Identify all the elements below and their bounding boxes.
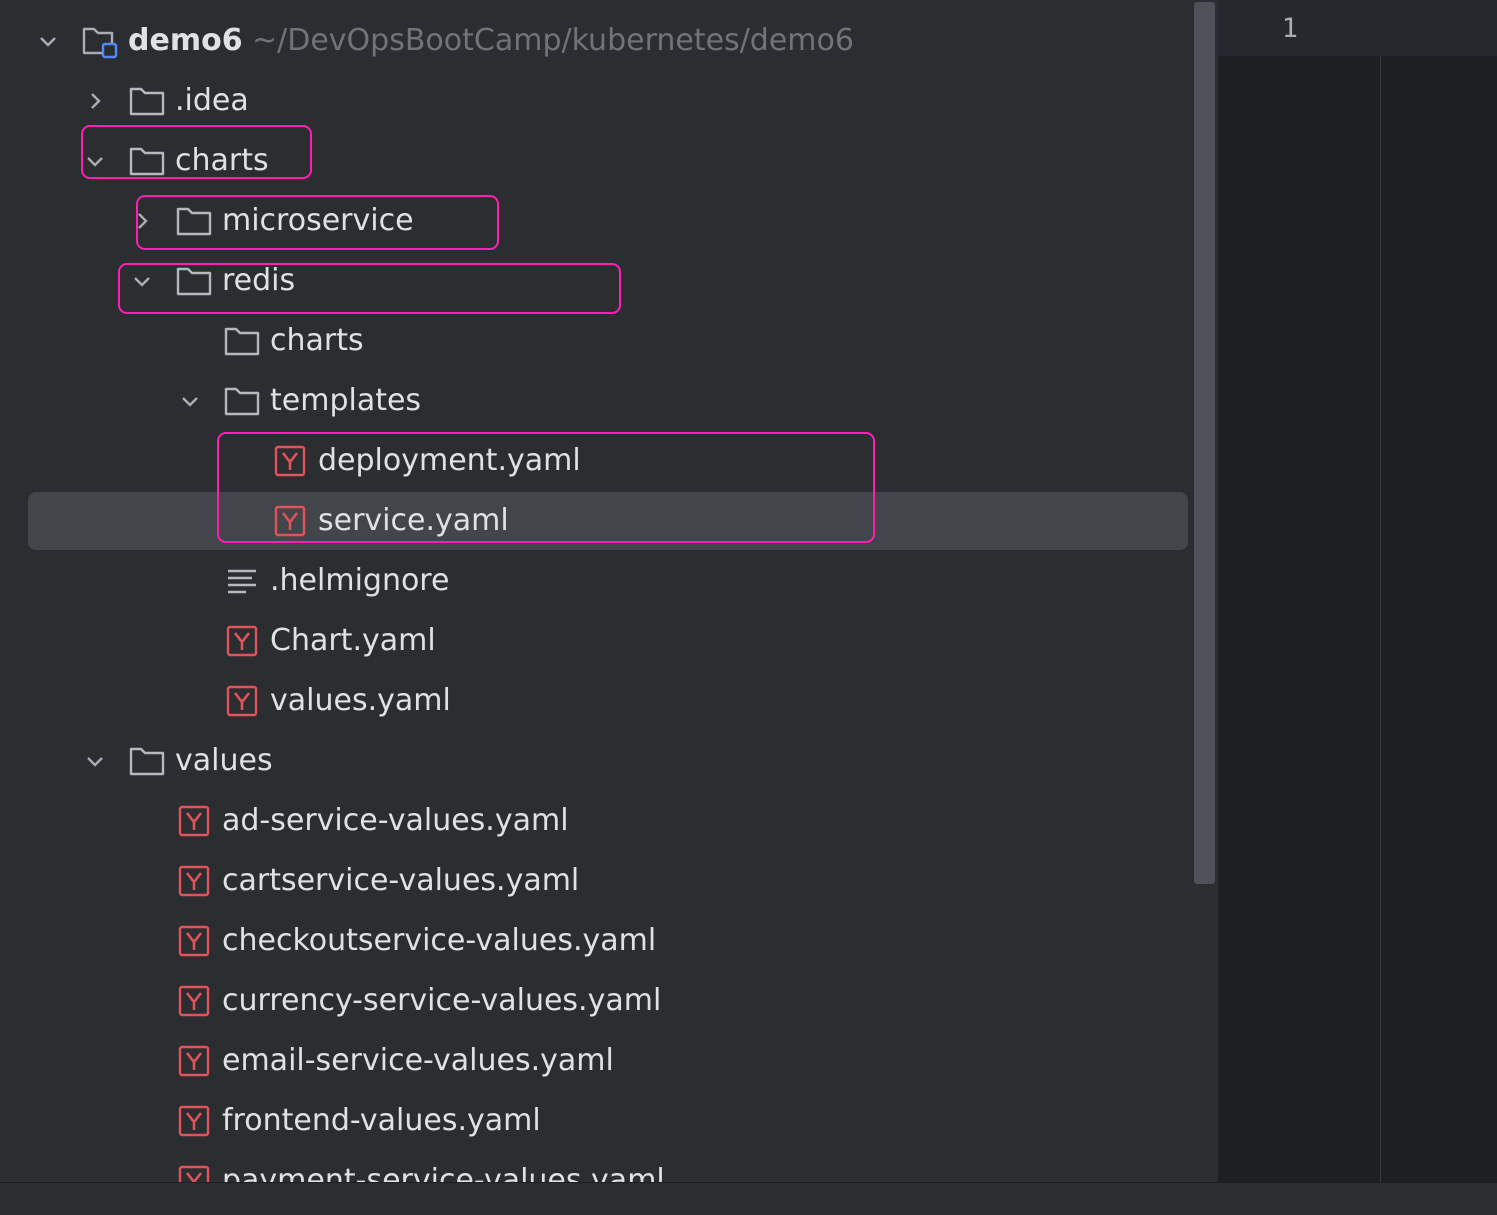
tree-item-idea[interactable]: .idea [0, 71, 1190, 131]
tree-item-label: charts [175, 143, 269, 178]
tree-item-label: email-service-values.yaml [222, 1043, 614, 1078]
yaml-file-icon [176, 803, 212, 839]
project-folder-icon [82, 23, 118, 59]
tree-item-label: Chart.yaml [270, 623, 436, 658]
chevron-down-icon[interactable] [85, 751, 105, 771]
line-number: 1 [1281, 13, 1298, 44]
folder-icon [224, 323, 260, 359]
tree-item-label: payment-service-values.yaml [222, 1163, 665, 1182]
tree-item-label: charts [270, 323, 364, 358]
tree-item-microservice[interactable]: microservice [0, 191, 1190, 251]
tree-item-redis-charts[interactable]: charts [0, 311, 1190, 371]
tree-item-label: cartservice-values.yaml [222, 863, 580, 898]
tree-item-label: redis [222, 263, 296, 298]
tree-item-label: ad-service-values.yaml [222, 803, 569, 838]
yaml-file-icon [224, 683, 260, 719]
tree-item-label: templates [270, 383, 422, 418]
project-name: demo6 [128, 23, 243, 58]
tree-item-label: microservice [222, 203, 414, 238]
tree-root-demo6[interactable]: demo6 ~/DevOpsBootCamp/kubernetes/demo6 [0, 11, 1190, 71]
tree-item-label: .idea [175, 83, 249, 118]
yaml-file-icon [176, 863, 212, 899]
editor-pane[interactable]: 1 [1218, 0, 1497, 1182]
tree-item-templates[interactable]: templates [0, 371, 1190, 431]
tree-item-label: checkoutservice-values.yaml [222, 923, 657, 958]
chevron-down-icon[interactable] [38, 31, 58, 51]
yaml-file-icon [176, 923, 212, 959]
tree-item-values[interactable]: values [0, 731, 1190, 791]
chevron-down-icon[interactable] [180, 391, 200, 411]
tree-item-values-yaml[interactable]: values.yaml [0, 671, 1190, 731]
editor-gutter [1218, 0, 1381, 1182]
yaml-file-icon [176, 1163, 212, 1182]
project-path: ~/DevOpsBootCamp/kubernetes/demo6 [252, 23, 854, 58]
tree-item-chart-yaml[interactable]: Chart.yaml [0, 611, 1190, 671]
chevron-down-icon[interactable] [132, 271, 152, 291]
yaml-file-icon [176, 1103, 212, 1139]
yaml-file-icon [272, 443, 308, 479]
yaml-file-icon [176, 1043, 212, 1079]
tree-item-frontend-values[interactable]: frontend-values.yaml [0, 1091, 1190, 1151]
tree-item-label: service.yaml [318, 503, 509, 538]
chevron-right-icon[interactable] [132, 211, 152, 231]
chevron-down-icon[interactable] [85, 151, 105, 171]
folder-icon [176, 203, 212, 239]
tree-item-currency-service-values[interactable]: currency-service-values.yaml [0, 971, 1190, 1031]
tree-item-payment-service-values[interactable]: payment-service-values.yaml [0, 1151, 1190, 1182]
folder-icon [224, 383, 260, 419]
tree-item-label: .helmignore [270, 563, 450, 598]
yaml-file-icon [224, 623, 260, 659]
scrollbar-thumb[interactable] [1194, 2, 1215, 884]
text-file-icon [224, 563, 260, 599]
folder-icon [176, 263, 212, 299]
folder-icon [129, 743, 165, 779]
tree-item-redis[interactable]: redis [0, 251, 1190, 311]
chevron-right-icon[interactable] [85, 91, 105, 111]
tree-item-label: deployment.yaml [318, 443, 581, 478]
tree-item-charts[interactable]: charts [0, 131, 1190, 191]
folder-icon [129, 143, 165, 179]
tree-item-label: values.yaml [270, 683, 451, 718]
tree-item-checkoutservice-values[interactable]: checkoutservice-values.yaml [0, 911, 1190, 971]
yaml-file-icon [176, 983, 212, 1019]
tree-item-cartservice-values[interactable]: cartservice-values.yaml [0, 851, 1190, 911]
tree-item-deployment-yaml[interactable]: deployment.yaml [0, 431, 1190, 491]
tree-item-ad-service-values[interactable]: ad-service-values.yaml [0, 791, 1190, 851]
tree-item-label: frontend-values.yaml [222, 1103, 541, 1138]
selection-highlight [28, 492, 1188, 550]
tree-item-email-service-values[interactable]: email-service-values.yaml [0, 1031, 1190, 1091]
project-tree-panel: demo6 ~/DevOpsBootCamp/kubernetes/demo6 … [0, 0, 1190, 1182]
tree-item-label: currency-service-values.yaml [222, 983, 662, 1018]
tree-item-label: values [175, 743, 273, 778]
tree-item-service-yaml[interactable]: service.yaml [0, 491, 1190, 551]
folder-icon [129, 83, 165, 119]
tree-item-helmignore[interactable]: .helmignore [0, 551, 1190, 611]
yaml-file-icon [272, 503, 308, 539]
status-bar [0, 1182, 1497, 1215]
